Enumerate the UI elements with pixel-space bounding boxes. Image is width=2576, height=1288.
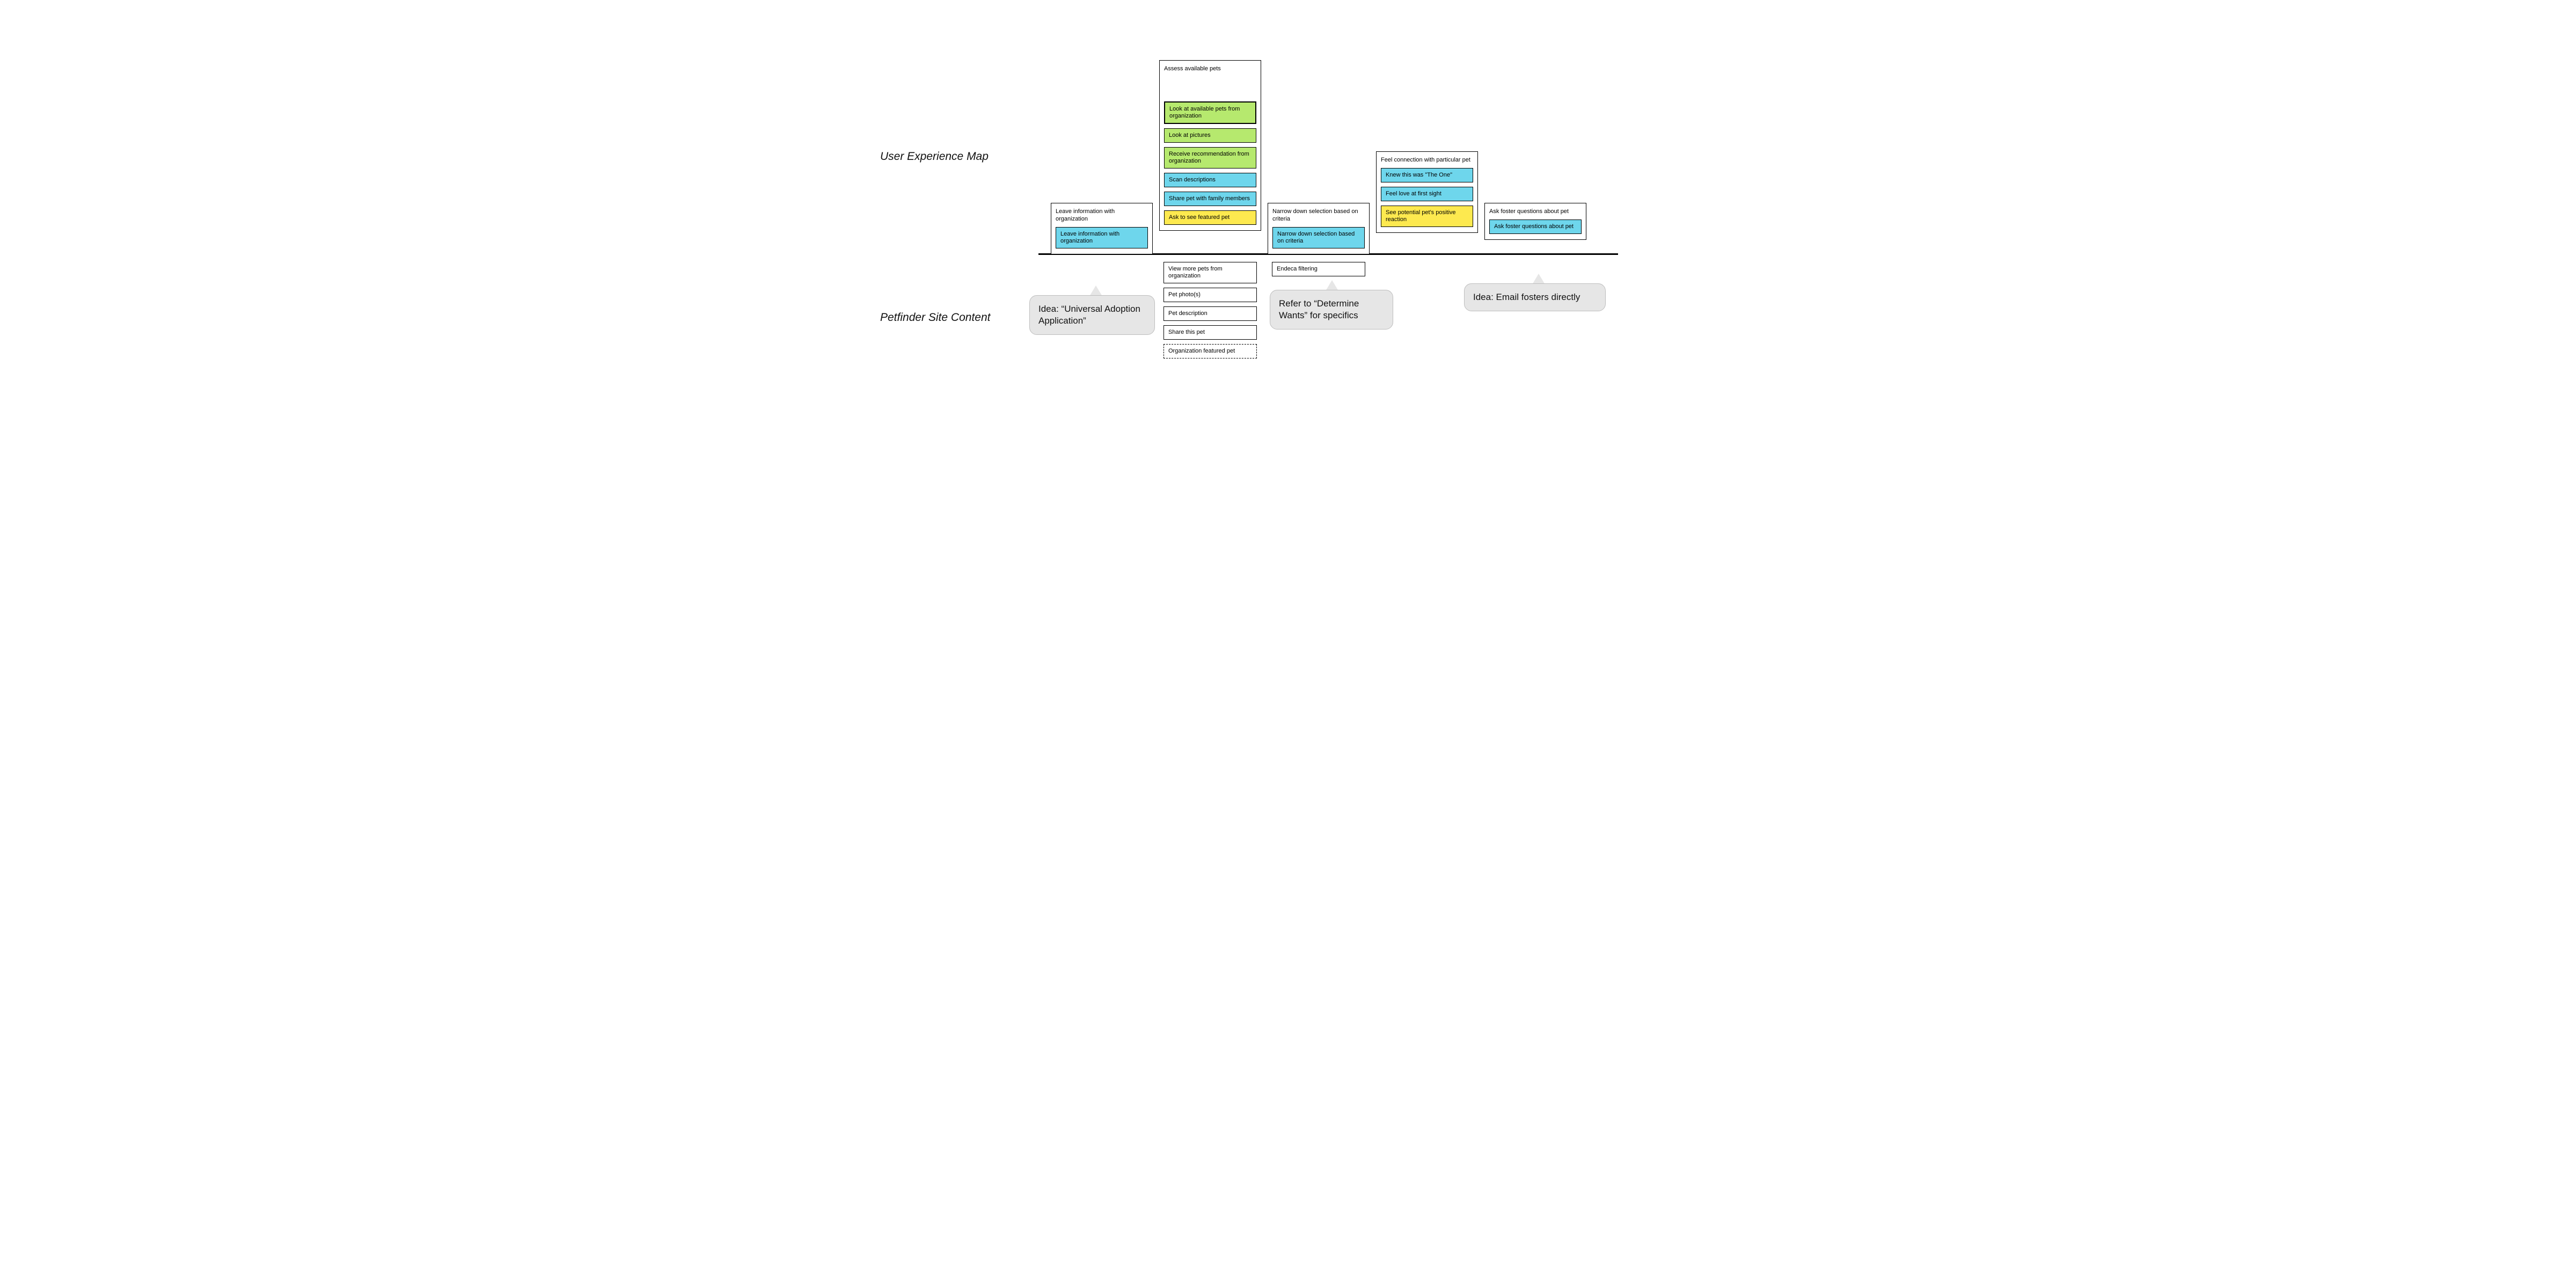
callout-bubble-universal-app: Idea: “Universal Adoption Application” (1029, 295, 1155, 335)
group-connection: Feel connection with particular pet Knew… (1376, 151, 1478, 233)
task-card: Ask to see featured pet (1164, 210, 1256, 225)
group-title: Narrow down selection based on criteria (1272, 208, 1365, 223)
site-item: Share this pet (1163, 325, 1257, 340)
callout-bubble-determine-wants: Refer to “Determine Wants” for specifics (1270, 290, 1393, 330)
callout-tail (1326, 280, 1338, 291)
group-title: Assess available pets (1164, 65, 1256, 72)
callout-bubble-email-fosters: Idea: Email fosters directly (1464, 283, 1606, 311)
group-foster: Ask foster questions about pet Ask foste… (1484, 203, 1586, 240)
task-card: Share pet with family members (1164, 192, 1256, 206)
section-label-ux: User Experience Map (880, 150, 989, 163)
site-item: Pet photo(s) (1163, 288, 1257, 302)
diagram-canvas: User Experience Map Petfinder Site Conte… (859, 0, 1717, 429)
site-item: Organization featured pet (1163, 344, 1257, 358)
site-item: Endeca filtering (1272, 262, 1365, 276)
group-narrow: Narrow down selection based on criteria … (1268, 203, 1370, 254)
site-item: View more pets from organization (1163, 262, 1257, 283)
group-title: Leave information with organization (1056, 208, 1148, 223)
group-title: Ask foster questions about pet (1489, 208, 1582, 215)
task-card: Knew this was "The One" (1381, 168, 1473, 182)
task-card: Feel love at first sight (1381, 187, 1473, 201)
callout-tail (1532, 274, 1545, 284)
site-stack-assess: View more pets from organization Pet pho… (1163, 262, 1257, 358)
task-card: Receive recommendation from organization (1164, 147, 1256, 169)
task-card: Ask foster questions about pet (1489, 219, 1582, 234)
task-card: Look at available pets from organization (1164, 101, 1256, 124)
task-card: See potential pet's positive reaction (1381, 206, 1473, 227)
task-card: Leave information with organization (1056, 227, 1148, 248)
group-title: Feel connection with particular pet (1381, 156, 1473, 164)
task-card: Look at pictures (1164, 128, 1256, 143)
site-item: Pet description (1163, 306, 1257, 321)
group-assess: Assess available pets Look at available … (1159, 60, 1261, 231)
task-card: Scan descriptions (1164, 173, 1256, 187)
task-card: Narrow down selection based on criteria (1272, 227, 1365, 248)
group-leave-info: Leave information with organization Leav… (1051, 203, 1153, 254)
section-label-site-content: Petfinder Site Content (880, 311, 990, 324)
site-stack-narrow: Endeca filtering (1272, 262, 1365, 276)
callout-tail (1089, 286, 1102, 296)
